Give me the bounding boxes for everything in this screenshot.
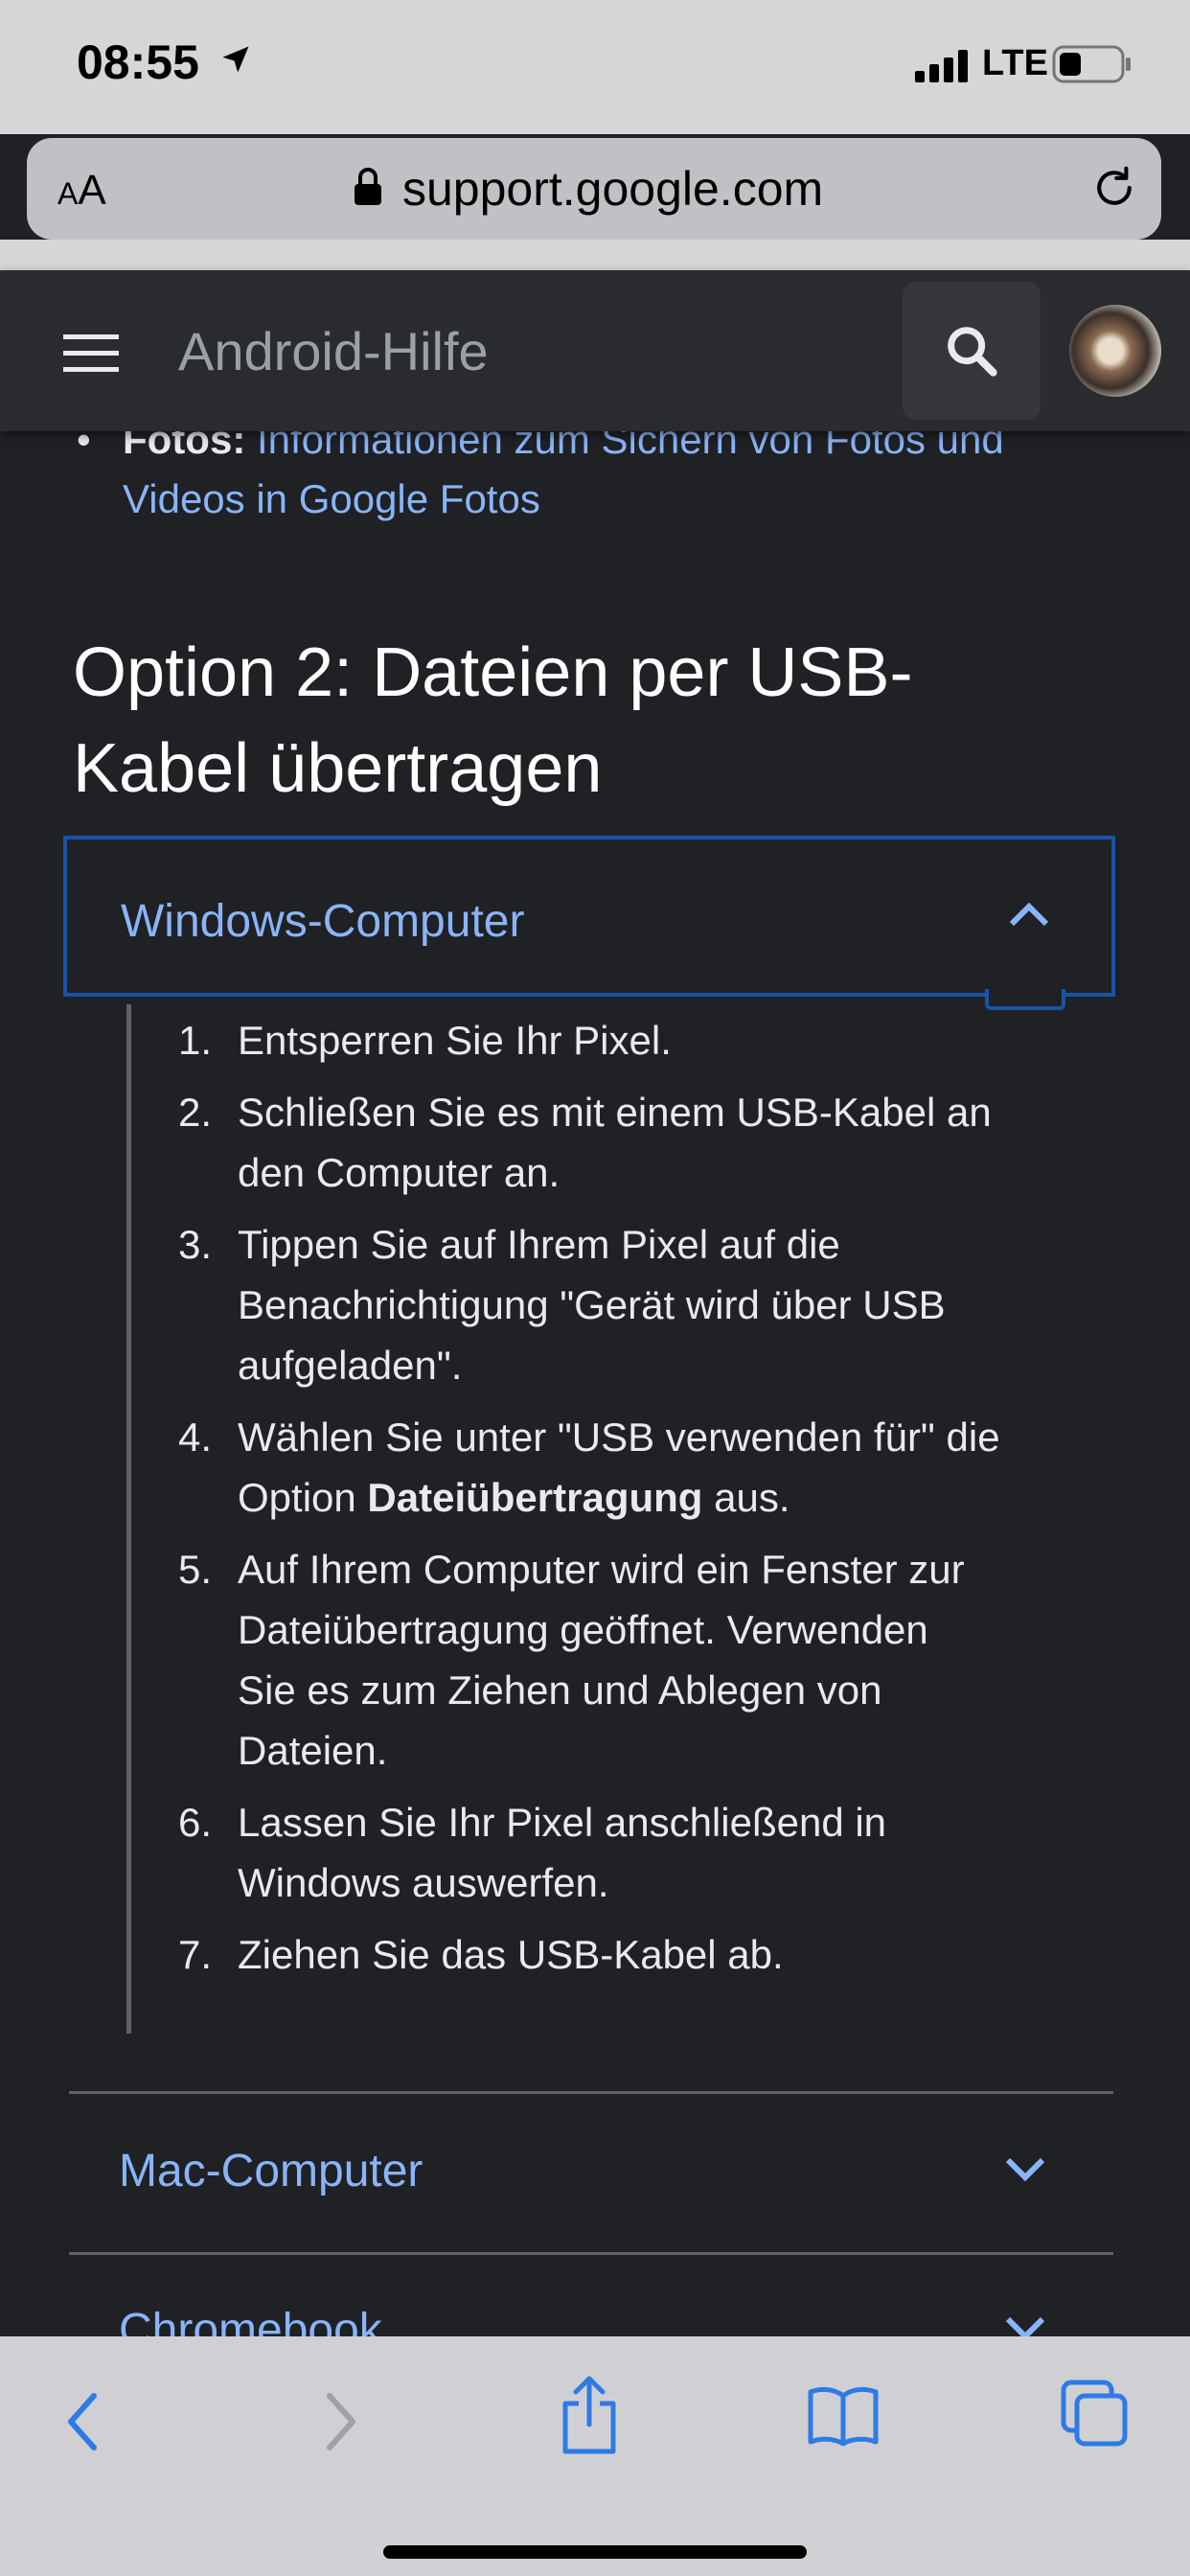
chevron-down-icon[interactable] (1004, 2156, 1046, 2185)
steps-list: 1. Entsperren Sie Ihr Pixel. 2. Schließen … (178, 1010, 1069, 1996)
photos-backup-link-cont[interactable]: Videos in Google Fotos (77, 470, 1150, 529)
location-arrow-icon (222, 46, 249, 73)
text-size-button[interactable]: AA (57, 167, 106, 215)
share-icon[interactable] (558, 2375, 621, 2455)
forward-icon[interactable] (320, 2388, 362, 2455)
browser-chrome-strip (0, 240, 1190, 270)
list-item: 1. Entsperren Sie Ihr Pixel. (178, 1018, 672, 1063)
list-item: 5. Auf Ihrem Computer wird ein Fenster zu… (178, 1547, 965, 1773)
bold-term: Dateiübertragung (367, 1475, 703, 1520)
site-header: Android-Hilfe (0, 270, 1190, 431)
bookmarks-icon[interactable] (807, 2384, 880, 2448)
search-icon (948, 327, 997, 377)
list-item: 6. Lassen Sie Ihr Pixel anschließend in Wi… (178, 1800, 887, 1905)
steps-rail (126, 1004, 131, 2034)
site-title[interactable]: Android-Hilfe (178, 320, 489, 382)
accordion-mac[interactable]: Mac-Computer (119, 2145, 423, 2197)
list-item: 3. Tippen Sie auf Ihrem Pixel auf die Bena… (178, 1222, 946, 1388)
tabs-icon[interactable] (1060, 2379, 1129, 2448)
divider (69, 2252, 1113, 2255)
accordion-label[interactable]: Windows-Computer (121, 895, 524, 948)
chevron-up-icon[interactable] (1008, 899, 1050, 928)
focus-indicator (985, 989, 1065, 1010)
list-item: 4. Wählen Sie unter "USB verwenden für" d… (178, 1414, 1000, 1520)
signal-icon (915, 50, 968, 82)
section-title: Option 2: Dateien per USB- Kabel übertra… (73, 634, 913, 807)
lock-icon (355, 168, 381, 205)
accordion-windows[interactable]: Windows-Computer (63, 836, 1115, 997)
url-text[interactable]: support.google.com (402, 161, 823, 217)
browser-toolbar (0, 2336, 1190, 2576)
network-type: LTE (982, 43, 1048, 83)
list-item: 7. Ziehen Sie das USB-Kabel ab. (178, 1932, 784, 1977)
back-icon[interactable] (61, 2388, 103, 2455)
battery-icon (1052, 45, 1131, 83)
address-bar[interactable]: AA support.google.com (27, 138, 1161, 240)
status-time: 08:55 (77, 35, 199, 89)
menu-icon[interactable] (63, 334, 119, 373)
status-bar: 08:55 LTE (0, 0, 1190, 134)
home-indicator (383, 2545, 807, 2559)
search-button[interactable] (903, 282, 1041, 420)
list-item: 2. Schließen Sie es mit einem USB-Kabel a… (178, 1090, 992, 1195)
avatar[interactable] (1069, 305, 1161, 397)
divider (69, 2091, 1113, 2094)
reload-icon[interactable] (1088, 161, 1140, 215)
